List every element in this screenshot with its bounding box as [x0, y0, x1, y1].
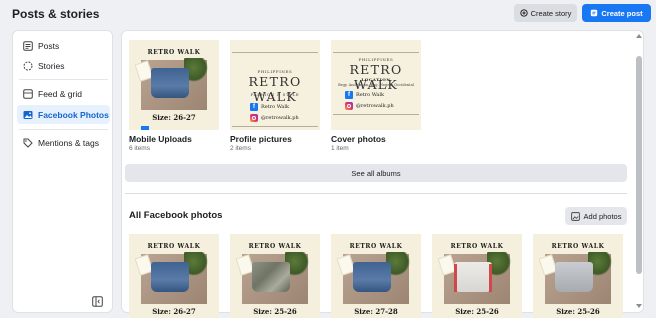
instagram-icon — [345, 102, 353, 110]
sidebar-item-label: Mentions & tags — [38, 137, 99, 148]
sidebar-item-facebook-photos[interactable]: Facebook Photos — [17, 105, 110, 124]
sidebar-item-label: Facebook Photos — [38, 109, 109, 120]
stripe-decor — [489, 264, 492, 292]
sidebar-item-stories[interactable]: Stories — [17, 56, 110, 75]
facebook-row: f Retro Walk — [250, 103, 289, 111]
scrollbar[interactable] — [635, 30, 643, 313]
thumb-size: Size: 25-26 — [556, 307, 600, 316]
thumb-brand: RETRO WALK — [147, 243, 201, 250]
sidebar-item-label: Posts — [38, 40, 60, 51]
add-photo-icon — [570, 211, 580, 221]
sidebar: Posts Stories Feed & grid Facebook Photo… — [12, 30, 113, 313]
instagram-handle: @retrowalk.ph — [356, 103, 394, 109]
facebook-icon: f — [250, 103, 258, 111]
stripe-decor — [454, 264, 457, 292]
photo-thumbnail[interactable]: RETRO WALK Size: 25-26 — [230, 234, 320, 318]
create-story-label: Create story — [530, 8, 572, 18]
thumb-brand: RETRO WALK — [450, 243, 504, 250]
album-count: 6 items — [129, 145, 150, 152]
stories-icon — [22, 60, 33, 71]
thumb-size: Size: 27-28 — [354, 307, 398, 316]
facebook-row: f Retro Walk — [345, 91, 384, 99]
facebook-handle: Retro Walk — [261, 104, 290, 110]
album-name[interactable]: Profile pictures — [230, 134, 292, 144]
sidebar-item-posts[interactable]: Posts — [17, 36, 110, 55]
top-bar: Posts & stories Create story Create post — [0, 0, 656, 28]
location-text: Brgy. Andulauan, Bag. Negros Occidental — [338, 83, 414, 87]
sidebar-item-label: Stories — [38, 60, 65, 71]
facebook-handle: Retro Walk — [356, 92, 385, 98]
denim-shorts-image — [353, 262, 391, 292]
photo-thumbnail[interactable]: RETRO WALK Size: 25-26 — [432, 234, 522, 318]
thumb-brand: RETRO WALK — [551, 243, 605, 250]
camo-shorts-image — [252, 262, 290, 292]
facebook-icon: f — [345, 91, 353, 99]
create-story-icon — [519, 9, 528, 17]
instagram-icon — [250, 114, 258, 122]
border-line — [232, 52, 318, 53]
section-title: All Facebook photos — [129, 210, 223, 221]
album-name[interactable]: Cover photos — [331, 134, 386, 144]
album-name[interactable]: Mobile Uploads — [129, 134, 192, 144]
album-thumbnail-cover-photos[interactable]: PHILIPPINES RETRO WALK LOCATION Brgy. An… — [331, 40, 421, 130]
facebook-icon — [141, 126, 149, 130]
create-post-label: Create post — [601, 8, 643, 18]
thumb-size: Size: 26-27 — [152, 113, 196, 122]
create-story-button[interactable]: Create story — [514, 4, 577, 22]
photo-thumbnail[interactable]: RETRO WALK Size: 27-28 — [331, 234, 421, 318]
sidebar-item-label: Feed & grid — [38, 88, 82, 99]
album-count: 2 items — [230, 145, 251, 152]
border-line — [333, 52, 419, 53]
posts-icon — [22, 40, 33, 51]
see-all-albums-button[interactable]: See all albums — [125, 164, 627, 182]
create-post-icon — [591, 9, 598, 17]
page-title: Posts & stories — [12, 7, 100, 21]
sidebar-divider — [19, 129, 108, 130]
instagram-row: @retrowalk.ph — [250, 114, 299, 122]
border-line — [232, 126, 318, 127]
scroll-thumb[interactable] — [636, 56, 642, 274]
sidebar-item-mentions-tags[interactable]: Mentions & tags — [17, 133, 110, 152]
instagram-handle: @retrowalk.ph — [261, 115, 299, 121]
thumb-tagline: FASHION & STYLE — [250, 92, 300, 97]
tag-icon — [22, 137, 33, 148]
border-line — [333, 114, 419, 115]
thumb-brand: RETRO WALK — [248, 74, 302, 104]
feed-grid-icon — [22, 88, 33, 99]
album-thumbnail-mobile-uploads[interactable]: RETRO WALK Size: 26-27 — [129, 40, 219, 130]
denim-shorts-image — [151, 262, 189, 292]
sidebar-item-feed-grid[interactable]: Feed & grid — [17, 84, 110, 103]
scroll-down-arrow-icon[interactable] — [636, 304, 642, 308]
location-label: LOCATION — [361, 77, 391, 82]
grey-shorts-image — [555, 262, 593, 292]
thumb-size: Size: 25-26 — [253, 307, 297, 316]
white-shorts-image — [454, 262, 492, 292]
collapse-sidebar-icon[interactable] — [92, 294, 103, 307]
instagram-row: @retrowalk.ph — [345, 102, 394, 110]
scroll-up-arrow-icon[interactable] — [636, 34, 642, 38]
album-count: 1 item — [331, 145, 349, 152]
photo-icon — [22, 109, 33, 120]
photo-thumbnail[interactable]: RETRO WALK Size: 25-26 — [533, 234, 623, 318]
thumb-size: Size: 25-26 — [455, 307, 499, 316]
thumb-brand: RETRO WALK — [147, 49, 201, 56]
thumb-brand: RETRO WALK — [248, 243, 302, 250]
album-thumbnail-profile-pictures[interactable]: PHILIPPINES RETRO WALK FASHION & STYLE f… — [230, 40, 320, 130]
create-post-button[interactable]: Create post — [582, 4, 651, 22]
photo-thumbnail[interactable]: RETRO WALK Size: 26-27 — [129, 234, 219, 318]
denim-shorts-image — [151, 68, 189, 98]
sidebar-divider — [19, 79, 108, 80]
thumb-size: Size: 26-27 — [152, 307, 196, 316]
section-divider — [125, 193, 627, 194]
thumb-brand: RETRO WALK — [349, 243, 403, 250]
add-photos-label: Add photos — [583, 211, 622, 221]
add-photos-button[interactable]: Add photos — [565, 207, 627, 225]
